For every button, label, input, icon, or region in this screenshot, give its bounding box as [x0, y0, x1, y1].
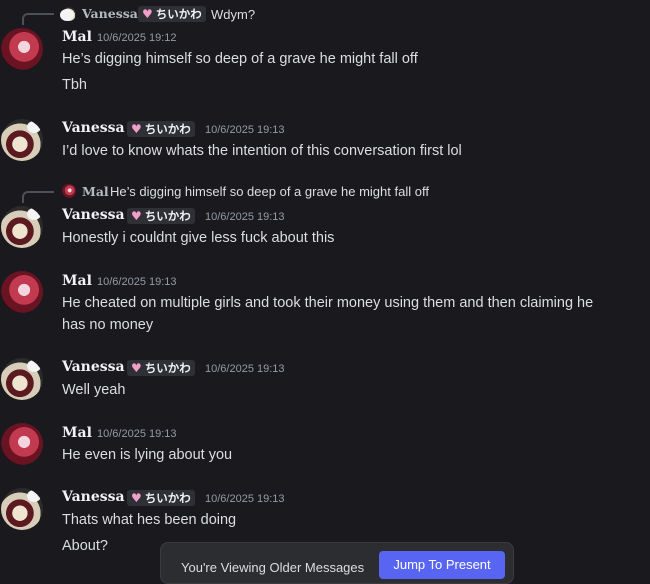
timestamp: 10/6/2025 19:13	[205, 493, 285, 505]
author-name[interactable]: Mal	[62, 425, 92, 441]
avatar[interactable]	[1, 271, 43, 313]
timestamp: 10/6/2025 19:12	[97, 32, 177, 44]
role-tag-label: ちいかわ	[144, 361, 191, 375]
heart-icon: ♥	[131, 361, 142, 375]
role-tag: ♥ ちいかわ	[127, 121, 195, 137]
role-tag-label: ちいかわ	[155, 7, 202, 21]
reply-connector	[22, 191, 54, 203]
timestamp: 10/6/2025 19:13	[205, 211, 285, 223]
message-text: He cheated on multiple girls and took th…	[62, 295, 594, 311]
avatar[interactable]	[1, 28, 43, 70]
message-text: About?	[62, 538, 108, 554]
avatar[interactable]	[1, 119, 43, 161]
author-name[interactable]: Vanessa	[62, 359, 125, 375]
role-tag-label: ちいかわ	[144, 491, 191, 505]
role-tag: ♥ ちいかわ	[127, 490, 195, 506]
author-name[interactable]: Mal	[62, 273, 92, 289]
author-name[interactable]: Vanessa	[62, 489, 125, 505]
timestamp: 10/6/2025 19:13	[97, 428, 177, 440]
message-text: Well yeah	[62, 382, 126, 398]
role-tag: ♥ ちいかわ	[138, 6, 206, 22]
jump-to-present-button[interactable]: Jump To Present	[379, 551, 505, 579]
heart-icon: ♥	[142, 7, 153, 21]
message-text: Tbh	[62, 77, 87, 93]
heart-icon: ♥	[131, 209, 142, 223]
message-text: I’d love to know whats the intention of …	[62, 143, 462, 159]
heart-icon: ♥	[131, 122, 142, 136]
message-text: He even is lying about you	[62, 447, 233, 463]
reply-author[interactable]: Vanessa	[82, 6, 138, 21]
reply-preview[interactable]: He’s digging himself so deep of a grave …	[110, 184, 429, 199]
avatar[interactable]	[1, 358, 43, 400]
older-messages-bar: You're Viewing Older Messages Jump To Pr…	[160, 542, 514, 584]
role-tag-label: ちいかわ	[144, 122, 191, 136]
timestamp: 10/6/2025 19:13	[205, 124, 285, 136]
timestamp: 10/6/2025 19:13	[205, 363, 285, 375]
reply-avatar[interactable]	[62, 184, 76, 198]
avatar[interactable]	[1, 423, 43, 465]
author-name[interactable]: Vanessa	[62, 120, 125, 136]
timestamp: 10/6/2025 19:13	[97, 276, 177, 288]
avatar[interactable]	[1, 488, 43, 530]
reply-author[interactable]: Mal	[82, 184, 109, 199]
older-messages-label: You're Viewing Older Messages	[181, 560, 365, 575]
message-text: has no money	[62, 317, 154, 333]
message-text: Thats what hes been doing	[62, 512, 237, 528]
role-tag: ♥ ちいかわ	[127, 360, 195, 376]
message-text: He’s digging himself so deep of a grave …	[62, 51, 418, 67]
reply-avatar[interactable]	[60, 7, 76, 21]
heart-icon: ♥	[131, 491, 142, 505]
reply-connector	[22, 13, 54, 25]
message-text: Honestly i couldnt give less fuck about …	[62, 230, 335, 246]
role-tag-label: ちいかわ	[144, 209, 191, 223]
author-name[interactable]: Mal	[62, 29, 92, 45]
avatar[interactable]	[1, 206, 43, 248]
reply-preview[interactable]: Wdym?	[211, 7, 255, 22]
author-name[interactable]: Vanessa	[62, 207, 125, 223]
role-tag: ♥ ちいかわ	[127, 208, 195, 224]
